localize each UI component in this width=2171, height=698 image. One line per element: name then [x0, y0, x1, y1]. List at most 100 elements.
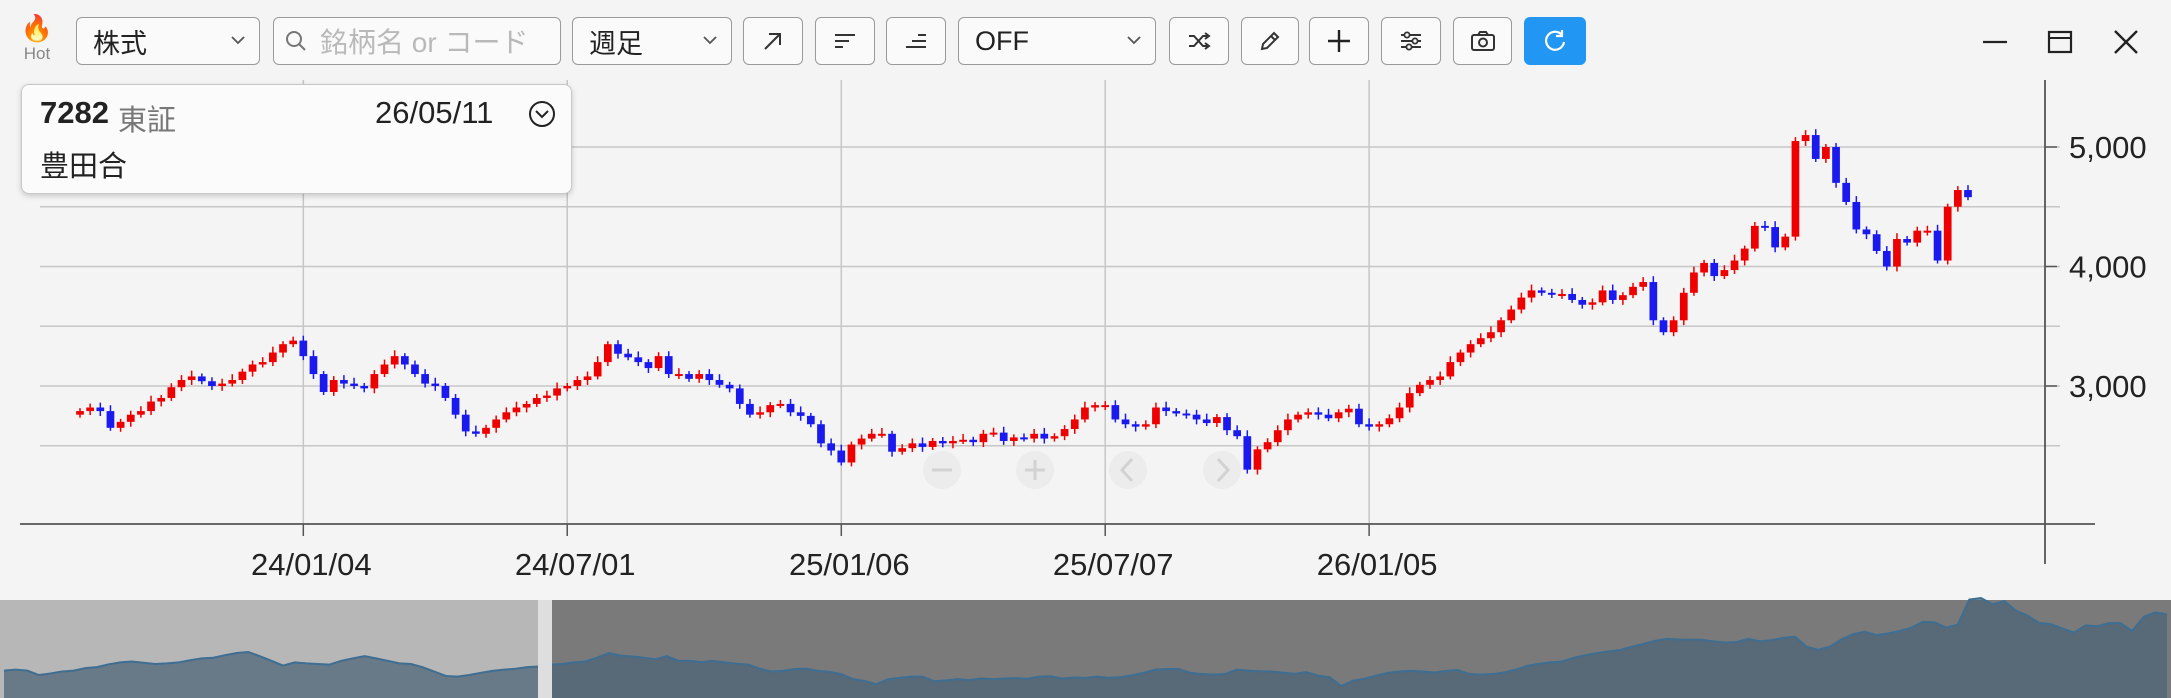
candle-body: [512, 407, 521, 413]
candle-body: [1060, 429, 1069, 437]
navigator: [0, 596, 2171, 698]
candle: [218, 378, 226, 391]
candle-body: [157, 397, 166, 402]
candle-body: [1172, 411, 1181, 414]
candle-body: [1903, 239, 1911, 243]
candle: [1253, 446, 1262, 475]
candle: [360, 383, 369, 393]
candle-body: [1750, 225, 1759, 249]
candle-body: [573, 380, 582, 386]
candle: [1730, 254, 1739, 275]
candle-body: [1923, 230, 1932, 233]
candle-body: [1852, 201, 1861, 230]
zoom-in-button[interactable]: [1005, 440, 1065, 500]
candle-body: [664, 356, 673, 375]
candle-body: [593, 362, 602, 377]
candle-body: [1913, 230, 1922, 243]
candle: [1527, 284, 1536, 303]
candle: [1811, 129, 1820, 162]
candle: [867, 428, 876, 442]
minus-icon: [923, 451, 961, 489]
candle-body: [350, 383, 358, 386]
candle-body: [1334, 412, 1343, 419]
candle: [1893, 233, 1901, 272]
candle: [1639, 277, 1648, 291]
candle: [1192, 409, 1201, 425]
zoom-out-button[interactable]: [912, 440, 972, 500]
candle-body: [1446, 362, 1455, 377]
candle: [837, 444, 846, 466]
candle: [1872, 230, 1881, 254]
candle-body: [583, 376, 592, 381]
candle-body: [1294, 414, 1302, 420]
candle: [400, 353, 409, 370]
scroll-right-button[interactable]: [1192, 440, 1252, 500]
candle-body: [1527, 290, 1536, 298]
candle-body: [715, 380, 724, 385]
candle: [309, 350, 318, 379]
candle-body: [634, 357, 643, 363]
candle-body: [1882, 250, 1891, 267]
candle: [1344, 404, 1353, 418]
candle: [1476, 333, 1485, 348]
candle: [1842, 177, 1851, 205]
chevron-circle-icon[interactable]: [527, 99, 557, 129]
candle-body: [1771, 227, 1779, 248]
candle-body: [1547, 292, 1556, 295]
candle-body: [421, 374, 429, 384]
navigator-handle[interactable]: [538, 600, 552, 698]
candle-body: [197, 376, 206, 382]
candle-body: [1030, 433, 1039, 439]
candle-body: [1314, 412, 1323, 415]
candle-body: [96, 407, 105, 412]
candle-body: [1162, 407, 1170, 412]
candle-body: [796, 412, 805, 416]
candle: [685, 371, 693, 382]
candle-body: [116, 421, 125, 428]
candle-body: [1933, 230, 1942, 261]
candle-body: [1720, 270, 1729, 277]
candle: [248, 360, 257, 377]
candle: [187, 370, 196, 385]
candle: [1619, 292, 1627, 305]
candle: [1070, 414, 1079, 434]
candle: [1629, 282, 1637, 299]
candle-body: [1405, 393, 1414, 408]
candle: [989, 427, 998, 437]
candle: [1426, 376, 1434, 389]
candle: [522, 400, 531, 413]
chevron-right-icon: [1203, 451, 1241, 489]
candle: [1172, 408, 1181, 417]
candle-body: [400, 356, 409, 365]
candle: [502, 407, 511, 423]
stock-code: 7282: [40, 95, 109, 130]
candle: [1202, 413, 1211, 427]
candle: [1152, 402, 1160, 429]
candle: [269, 346, 277, 367]
candle-body: [1416, 384, 1424, 394]
candle-body: [461, 414, 470, 432]
candle: [1233, 425, 1242, 440]
candle-body: [553, 388, 561, 396]
candle-body: [1253, 449, 1262, 470]
candle: [766, 402, 775, 418]
y-tick-label: 4,000: [2069, 250, 2147, 285]
candle-body: [1121, 419, 1130, 425]
candle: [664, 351, 673, 378]
candle-body: [1822, 147, 1830, 159]
stock-name: 豊田合: [40, 151, 128, 183]
candle-body: [1182, 413, 1191, 416]
candle: [258, 357, 267, 368]
candle: [979, 429, 988, 448]
candle: [1761, 220, 1769, 232]
candle: [197, 373, 206, 385]
candle: [1060, 425, 1069, 441]
candle-body: [208, 381, 216, 386]
candle: [1547, 288, 1556, 298]
candle-body: [329, 380, 338, 392]
x-tick-label: 25/07/07: [1053, 547, 1174, 582]
candle: [431, 377, 440, 391]
candle: [1405, 387, 1414, 413]
scroll-left-button[interactable]: [1098, 440, 1158, 500]
candle: [553, 382, 561, 401]
